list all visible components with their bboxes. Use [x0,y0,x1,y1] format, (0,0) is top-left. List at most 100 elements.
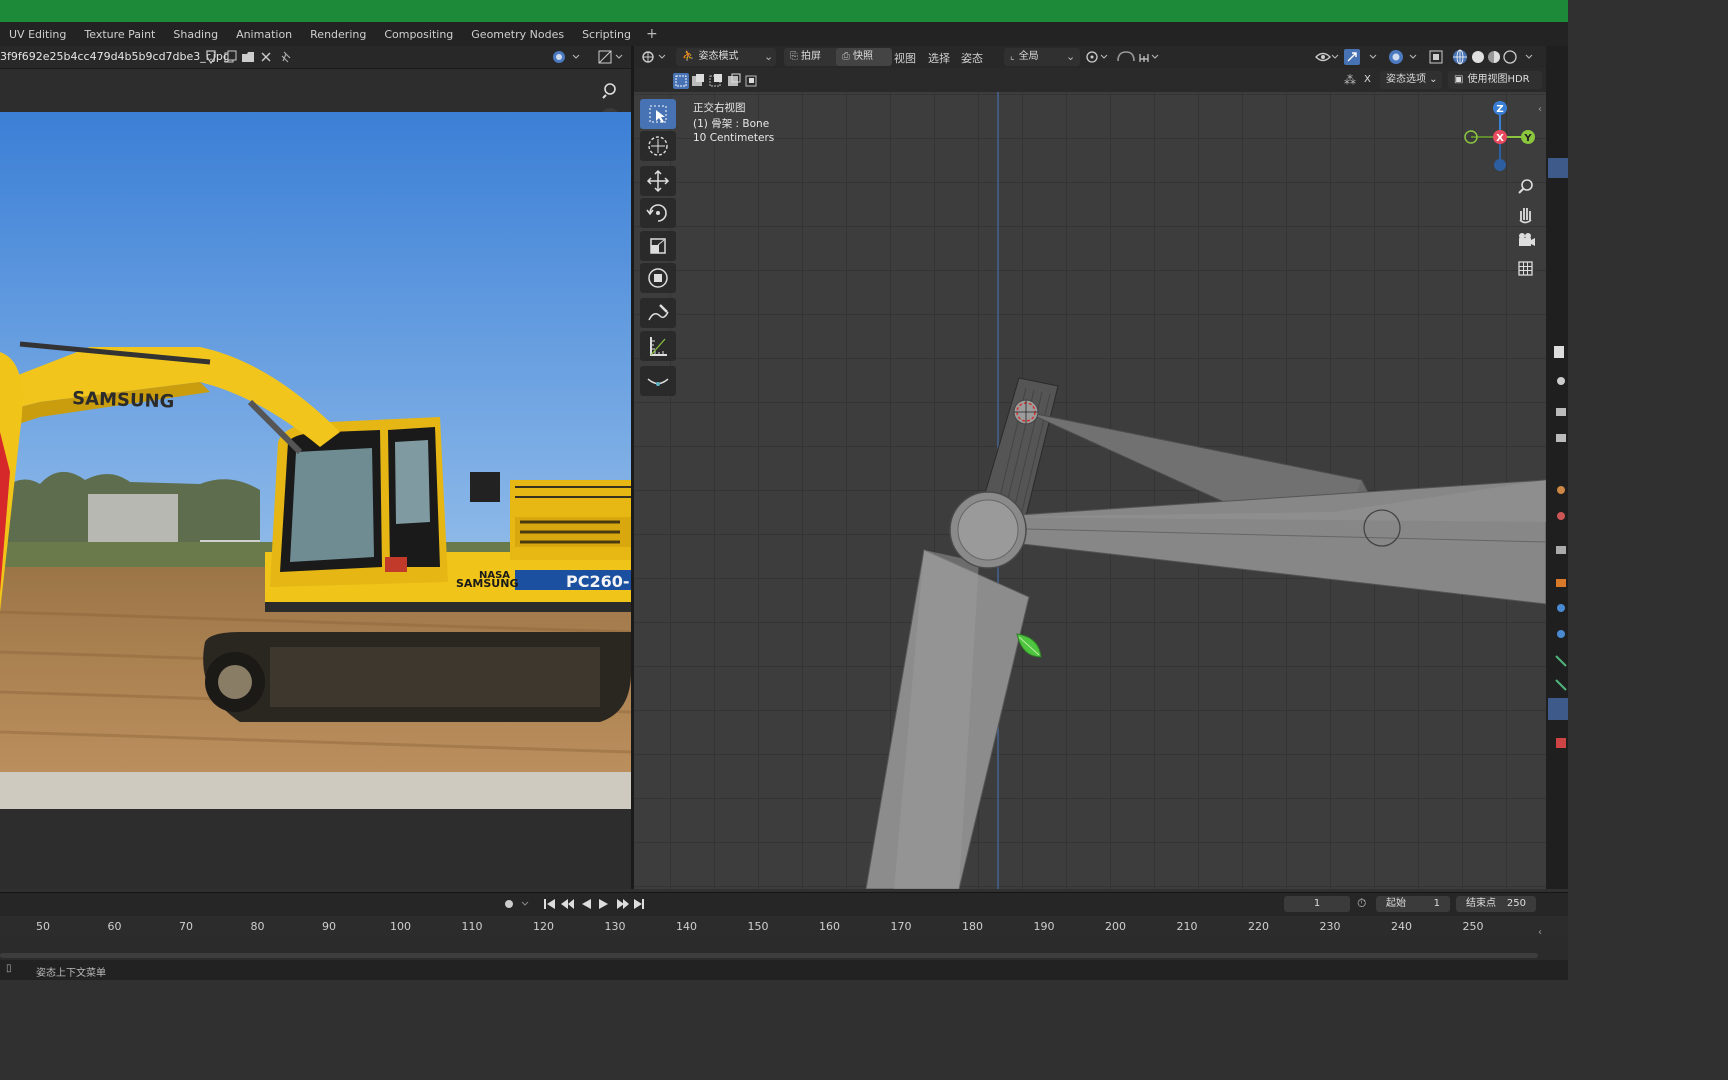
tab-shading[interactable]: Shading [164,22,227,46]
measure-tool[interactable] [640,331,676,361]
render-tab-icon[interactable] [1557,377,1565,385]
chevron-down-icon[interactable] [615,54,623,59]
world-tab-icon[interactable] [1557,512,1565,520]
bone-lower[interactable] [865,549,1030,889]
select-intersect-icon[interactable] [745,75,757,87]
pivot-point-icon[interactable] [1086,51,1098,63]
constraints-tab-icon[interactable] [1555,679,1567,691]
jump-keyframe-forward-icon[interactable] [617,899,629,909]
timeline-tick-label: 140 [676,920,697,933]
3d-viewport[interactable] [634,92,1546,889]
timeline-scrollbar[interactable] [0,953,1538,958]
snap-increment-icon[interactable] [1139,54,1149,62]
tab-geometry-nodes[interactable]: Geometry Nodes [462,22,573,46]
gizmo-y-axis[interactable]: Y [1521,130,1535,144]
transform-tool[interactable] [640,263,676,293]
select-extend-icon[interactable] [692,74,704,86]
chevron-down-icon[interactable] [572,54,580,59]
add-workspace-button[interactable]: + [640,22,664,46]
image-filename-field[interactable]: 3f9f692e25b4cc479d4b5b9cd7dbe3_r.jpg [0,46,230,68]
select-new-icon[interactable] [673,73,689,89]
hand-pan-icon[interactable] [1519,208,1532,224]
shading-material-icon[interactable] [1488,51,1500,63]
zoom-icon[interactable] [1518,179,1533,194]
rotate-tool[interactable] [640,198,676,228]
display-channels-icon[interactable] [598,50,612,64]
jump-start-icon[interactable] [544,899,555,909]
snapshot-button[interactable]: ⎙ 快照 [836,48,892,66]
end-frame-field[interactable]: 结束点 250 [1456,896,1536,912]
sidebar-toggle-icon[interactable]: ‹ [1538,927,1542,938]
scale-tool[interactable] [640,231,676,261]
tab-rendering[interactable]: Rendering [301,22,375,46]
active-tool-tab[interactable] [1548,158,1568,178]
play-reverse-icon[interactable] [582,899,591,909]
duplicate-icon[interactable] [224,50,237,63]
mode-dropdown[interactable]: ⛹ 姿态模式 [676,48,776,66]
stopwatch-icon[interactable]: ⏱ [1357,896,1366,911]
view-layer-tab-icon[interactable] [1556,434,1566,442]
record-icon[interactable] [505,900,513,908]
gizmo-toggle-icon[interactable] [1344,49,1360,65]
play-icon[interactable] [599,899,608,909]
pose-options-dropdown[interactable]: 姿态选项 ⌄ [1380,71,1442,89]
xray-icon[interactable] [1429,50,1443,64]
shield-icon[interactable] [206,50,216,64]
jump-end-icon[interactable] [634,899,644,909]
bone-head-joint[interactable] [949,491,1027,569]
modifier-tab-icon[interactable] [1557,604,1565,612]
camera-view-icon[interactable] [1519,233,1535,246]
folder-icon[interactable] [242,52,254,62]
select-difference-icon[interactable] [728,73,741,86]
texture-tab-icon[interactable] [1556,738,1566,748]
close-icon[interactable] [261,52,271,62]
select-box-tool[interactable] [640,99,676,129]
move-tool[interactable] [640,166,676,196]
mirror-x-toggle[interactable]: X [1364,74,1371,85]
physics-tab-icon[interactable] [1555,655,1567,667]
start-frame-field[interactable]: 起始 1 [1376,896,1450,912]
shading-solid-icon[interactable] [1472,51,1484,63]
menu-pose[interactable]: 姿态 [961,50,983,66]
pin-icon[interactable] [281,51,291,63]
collection-tab-icon[interactable] [1556,546,1566,554]
jump-keyframe-back-icon[interactable] [561,899,574,909]
shading-rendered-icon[interactable] [1503,50,1517,64]
shading-wireframe-icon[interactable] [1453,49,1467,65]
overlay-icon[interactable] [553,51,565,63]
viewport-render-button[interactable]: ⎘ 拍屏 [784,48,840,66]
bone-horizontal[interactable] [987,479,1546,605]
perspective-grid-icon[interactable] [1518,261,1533,276]
chevron-down-icon [521,901,529,906]
tab-scripting[interactable]: Scripting [573,22,640,46]
snap-icon[interactable] [1117,51,1135,62]
gizmo-x-axis[interactable]: X [1493,130,1507,144]
select-subtract-icon[interactable] [709,74,722,87]
menu-view[interactable]: 视图 [894,50,916,66]
gizmo-z-axis[interactable]: Z [1493,101,1507,115]
annotate-tool[interactable] [640,298,676,328]
tool-tab-icon[interactable] [1554,346,1564,358]
tab-compositing[interactable]: Compositing [375,22,462,46]
zoom-icon[interactable] [602,83,616,99]
menu-select[interactable]: 选择 [928,50,950,66]
sidebar-toggle-icon[interactable]: ‹ [1538,104,1542,115]
output-tab-icon[interactable] [1556,408,1566,416]
current-frame-field[interactable]: 1 [1284,896,1350,912]
mirror-icon[interactable]: ⁂ [1344,73,1356,87]
tab-texture-paint[interactable]: Texture Paint [75,22,164,46]
scene-tab-icon[interactable] [1557,486,1565,494]
visibility-icon[interactable] [1315,52,1331,62]
overlays-icon[interactable] [1389,50,1403,64]
cursor-tool[interactable] [640,131,676,161]
navigation-gizmo[interactable]: Z Y X [1460,98,1540,178]
particles-tab-icon[interactable] [1557,630,1565,638]
viewport-hdr-toggle[interactable]: ▣ 使用视图HDR [1448,71,1542,89]
gizmo-neg-z-axis[interactable] [1494,159,1506,171]
editor-type-button[interactable] [640,49,680,65]
object-tab-icon[interactable] [1556,579,1566,587]
tab-uv-editing[interactable]: UV Editing [0,22,75,46]
tab-animation[interactable]: Animation [227,22,301,46]
relax-tool[interactable] [640,366,676,396]
bone-tab-icon[interactable] [1548,698,1568,720]
